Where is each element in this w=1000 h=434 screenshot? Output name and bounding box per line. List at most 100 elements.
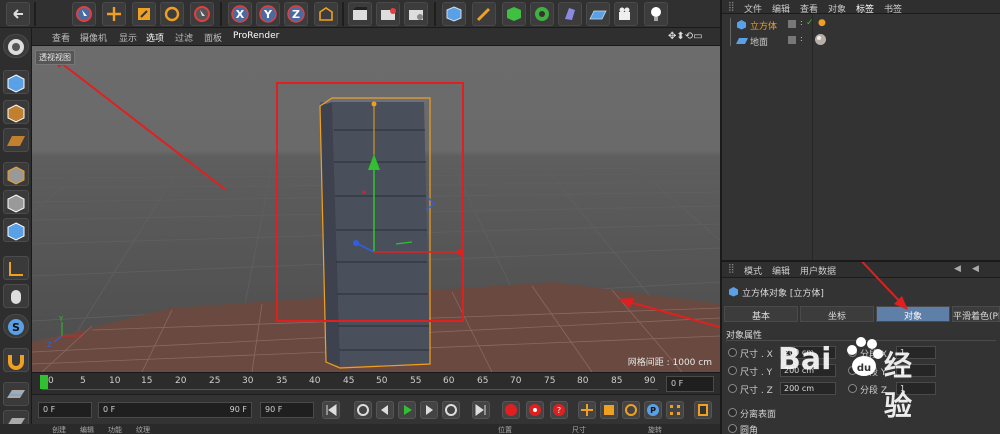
key-rotation-icon[interactable] (622, 401, 640, 419)
menu-texture[interactable]: 纹理 (136, 425, 150, 434)
magnet-icon[interactable] (3, 348, 29, 372)
workplane-icon[interactable] (3, 128, 29, 152)
timeline-tick: 60 (443, 376, 455, 386)
menu-function[interactable]: 功能 (108, 425, 122, 434)
subdivision-icon[interactable] (502, 2, 526, 26)
texture-mode-icon[interactable] (3, 100, 29, 124)
label-rotation: 旋转 (648, 426, 662, 434)
quantize-icon[interactable] (3, 382, 29, 406)
menu-bookmarks[interactable]: 书签 (884, 2, 902, 15)
previous-key-icon[interactable] (354, 401, 372, 419)
coordinate-system-icon[interactable] (314, 2, 338, 26)
menu-prorender[interactable]: ProRender (233, 31, 279, 41)
perspective-viewport[interactable]: Y X Z 透视视图 网格间距 : 1000 cm (32, 46, 720, 372)
edges-mode-icon[interactable] (3, 190, 29, 214)
model-mode-icon[interactable] (3, 70, 29, 94)
array-icon[interactable] (530, 2, 554, 26)
make-editable-icon[interactable] (3, 34, 29, 58)
material-tag-icon[interactable] (814, 33, 827, 49)
menu-edit[interactable]: 编辑 (772, 264, 790, 277)
viewport-label: 透视视图 (35, 50, 75, 65)
menu-file[interactable]: 文件 (744, 2, 762, 15)
tweak-mode-icon[interactable] (3, 284, 29, 308)
key-scale-icon[interactable] (600, 401, 618, 419)
scale-icon[interactable] (132, 2, 156, 26)
go-to-end-icon[interactable] (472, 401, 490, 419)
menu-edit[interactable]: 编辑 (772, 2, 790, 15)
next-frame-icon[interactable] (420, 401, 438, 419)
undo-icon[interactable] (6, 2, 30, 26)
menu-display[interactable]: 显示 (119, 31, 137, 44)
render-picture-viewer-icon[interactable] (376, 2, 400, 26)
range-end-label: 90 F (229, 405, 247, 414)
timeline-playhead[interactable] (40, 375, 48, 389)
menu-filter[interactable]: 过滤 (175, 31, 193, 44)
camera-icon[interactable] (614, 2, 638, 26)
y-axis-icon[interactable]: Y (256, 2, 280, 26)
x-axis-icon[interactable]: X (228, 2, 252, 26)
menu-view[interactable]: 查看 (800, 2, 818, 15)
object-name[interactable]: 地面 (750, 35, 768, 48)
last-tool-icon[interactable] (190, 2, 214, 26)
live-selection-icon[interactable] (72, 2, 96, 26)
film-strip-icon[interactable] (694, 401, 712, 419)
render-view-icon[interactable] (348, 2, 372, 26)
current-frame-field[interactable]: 0 F (666, 376, 714, 392)
points-mode-icon[interactable] (3, 162, 29, 186)
watermark-text: Bai (778, 342, 832, 377)
z-axis-icon[interactable]: Z (284, 2, 308, 26)
cube-icon[interactable] (442, 2, 466, 26)
phong-tag-icon[interactable]: ● (818, 18, 826, 28)
key-pla-icon[interactable] (666, 401, 684, 419)
menu-create[interactable]: 创建 (52, 425, 66, 434)
timeline-tick: 70 (510, 376, 522, 386)
cube-object-icon (736, 19, 747, 33)
frame-range-slider[interactable]: 0 F 90 F (98, 402, 252, 418)
menu-edit[interactable]: 编辑 (80, 425, 94, 434)
menu-options[interactable]: 选项 (146, 31, 164, 44)
snap-icon[interactable]: S (3, 314, 29, 338)
key-parameter-icon[interactable]: P (644, 401, 662, 419)
end-frame-field[interactable]: 90 F (260, 402, 314, 418)
previous-frame-icon[interactable] (376, 401, 394, 419)
polygons-mode-icon[interactable] (3, 218, 29, 242)
cube-object-icon (728, 286, 739, 300)
object-row-cube[interactable]: 立方体 : ✓ ● (722, 18, 1000, 46)
go-to-start-icon[interactable] (322, 401, 340, 419)
play-icon[interactable] (398, 401, 416, 419)
rotate-icon[interactable] (160, 2, 184, 26)
menu-tags[interactable]: 标签 (856, 2, 874, 15)
watermark-suffix: 经验 (884, 349, 913, 422)
deformer-icon[interactable] (558, 2, 582, 26)
object-manager: ⣿ 文件 编辑 查看 对象 标签 书签 立方体 : ✓ ● 地面 : (720, 0, 1000, 260)
timeline-ruler[interactable]: 0 5 10 15 20 25 30 35 40 45 50 55 60 65 … (32, 372, 720, 394)
floor-icon[interactable] (586, 2, 610, 26)
viewport-menu: 查看 摄像机 显示 选项 过滤 面板 ProRender ✥⬍⟲▭ (32, 28, 720, 46)
svg-text:du: du (857, 363, 871, 374)
label-position: 位置 (498, 426, 512, 434)
viewport-nav-icons[interactable]: ✥⬍⟲▭ (668, 31, 703, 42)
svg-text:S: S (12, 321, 20, 334)
axis-mode-icon[interactable] (3, 256, 29, 280)
pen-icon[interactable] (472, 2, 496, 26)
autokey-icon[interactable] (526, 401, 544, 419)
start-frame-field[interactable]: 0 F (38, 402, 92, 418)
size-y-label: 尺寸 . Y (740, 368, 773, 378)
tab-basic[interactable]: 基本 (724, 306, 798, 322)
menu-mode[interactable]: 模式 (744, 264, 762, 277)
light-icon[interactable] (644, 2, 668, 26)
record-icon[interactable] (502, 401, 520, 419)
timeline-tick: 20 (175, 376, 187, 386)
move-icon[interactable] (102, 2, 126, 26)
next-key-icon[interactable] (442, 401, 460, 419)
svg-text:?: ? (557, 406, 561, 415)
menu-view[interactable]: 查看 (52, 31, 70, 44)
object-row-floor[interactable]: 地面 : (722, 34, 1000, 48)
menu-panel[interactable]: 面板 (204, 31, 222, 44)
menu-objects[interactable]: 对象 (828, 2, 846, 15)
menu-cameras[interactable]: 摄像机 (80, 31, 107, 44)
keyframe-selection-icon[interactable]: ? (550, 401, 568, 419)
key-position-icon[interactable] (578, 401, 596, 419)
edit-render-settings-icon[interactable] (404, 2, 428, 26)
object-name[interactable]: 立方体 (750, 19, 777, 32)
